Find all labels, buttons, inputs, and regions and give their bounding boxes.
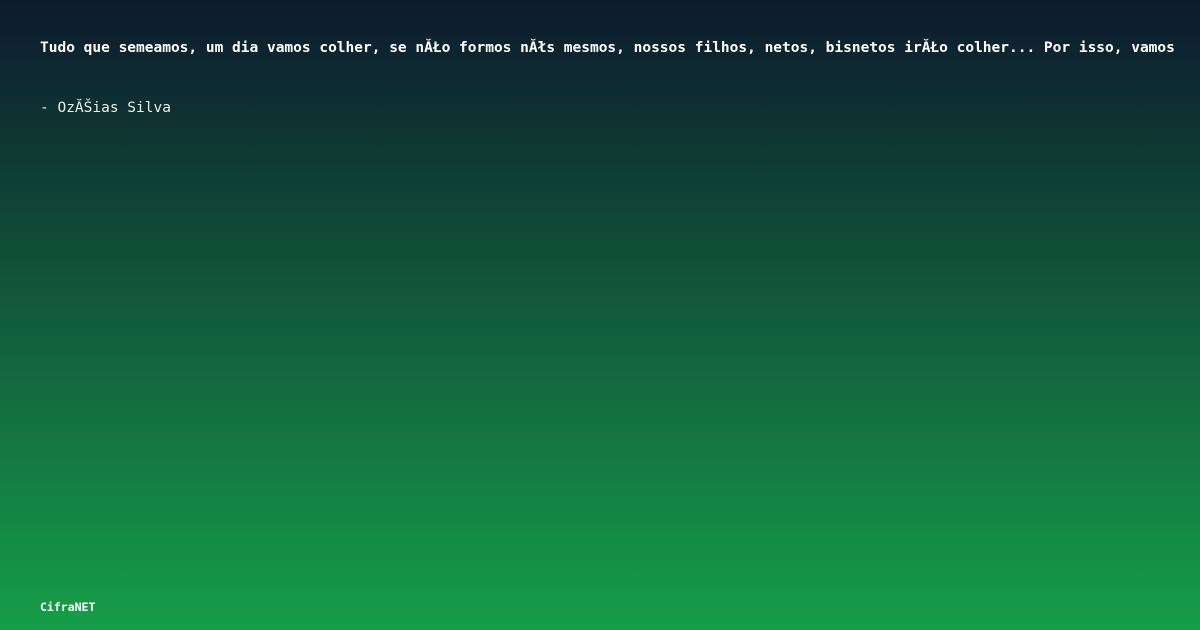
brand-name: CifraNET	[40, 600, 96, 614]
quote-author: - OzĂŠias Silva	[40, 100, 171, 116]
quote-text: Tudo que semeamos, um dia vamos colher, …	[40, 40, 1175, 56]
